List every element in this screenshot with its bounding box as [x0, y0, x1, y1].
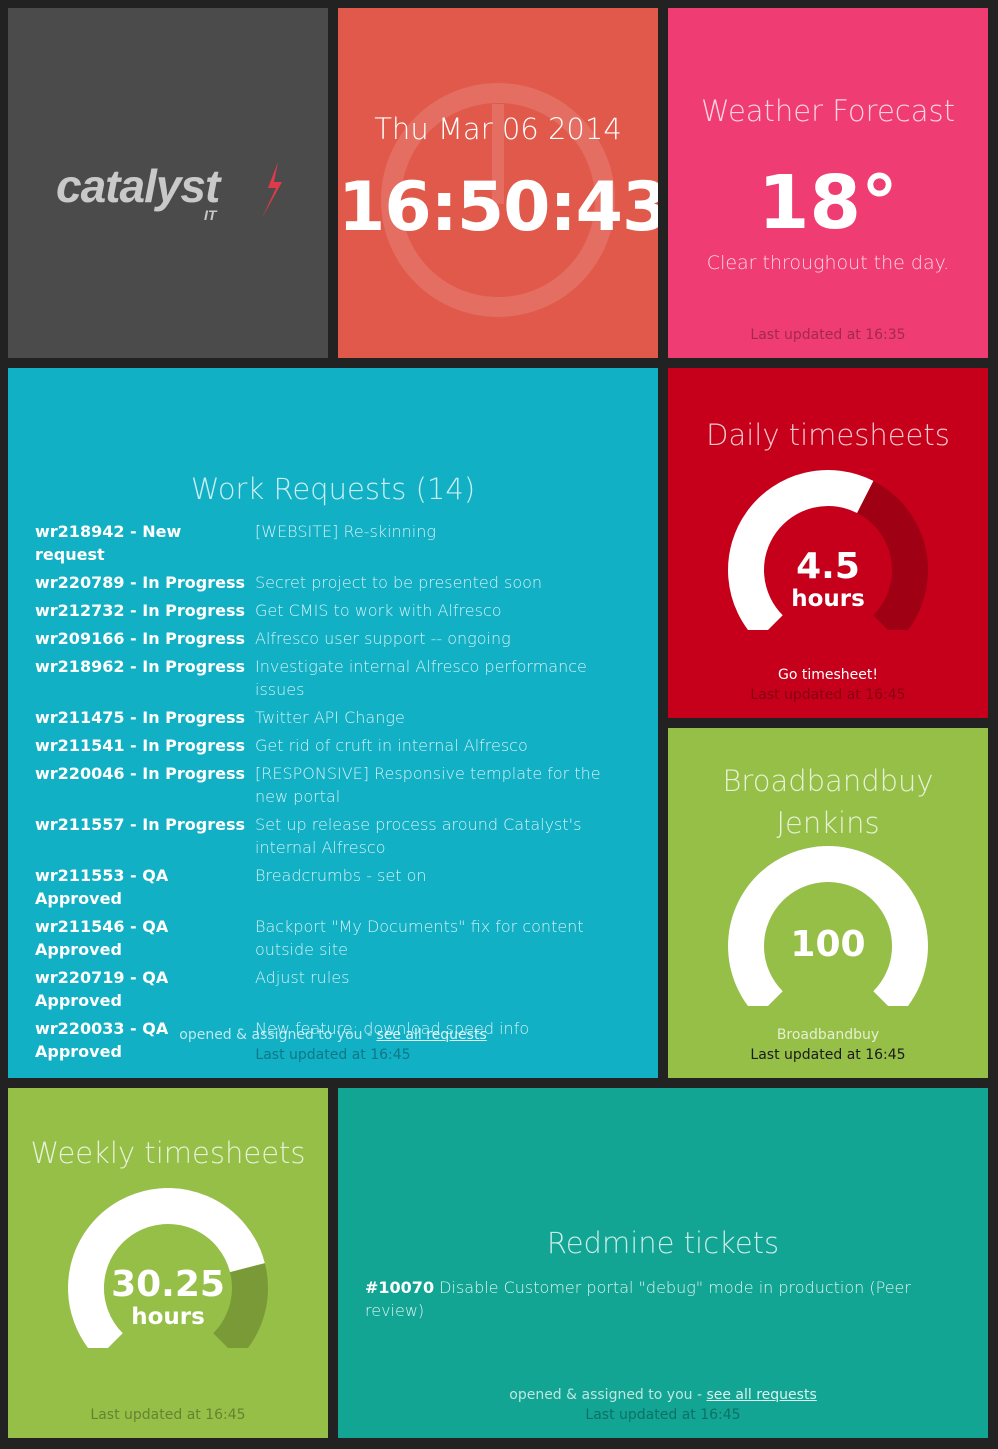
work-request-description: [WEBSITE] Re-skinning	[255, 522, 436, 541]
work-request-id: wr218962 - In Progress	[35, 657, 246, 676]
lightning-icon	[262, 162, 282, 218]
work-requests-more-prefix: opened & assigned to you -	[179, 1027, 377, 1043]
work-request-item[interactable]: wr211557 - In Progress Set up release pro…	[35, 813, 635, 859]
weather-description: Clear throughout the day.	[706, 252, 950, 274]
jenkins-title-line2: Jenkins	[776, 806, 880, 840]
see-all-requests-link[interactable]: see all requests	[376, 1027, 486, 1043]
logo-sub: IT	[204, 207, 218, 223]
jenkins-updated: Last updated at 16:45	[750, 1047, 906, 1063]
jenkins-title: Broadbandbuy Jenkins	[668, 760, 988, 844]
work-request-id: wr211553 - QA Approved	[35, 866, 169, 908]
daily-timesheets-title: Daily timesheets	[706, 418, 950, 452]
work-request-item[interactable]: wr218962 - In Progress Investigate intern…	[35, 655, 635, 701]
redmine-title: Redmine tickets	[546, 1226, 780, 1260]
jenkins-tile: Broadbandbuy Jenkins 100 Broadbandbuy La…	[668, 728, 988, 1078]
work-request-id: wr220789 - In Progress	[35, 573, 246, 592]
work-request-description: Get CMIS to work with Alfresco	[255, 601, 502, 620]
work-request-description: Breadcrumbs - set on	[255, 866, 427, 885]
work-request-id: wr212732 - In Progress	[35, 601, 246, 620]
clock-tile: Thu Mar 06 2014 16:50:43	[338, 8, 658, 358]
redmine-more-info: opened & assigned to you - see all reque…	[338, 1387, 988, 1403]
redmine-see-all-requests-link[interactable]: see all requests	[706, 1387, 816, 1403]
weekly-timesheets-tile: Weekly timesheets 30.25 hours Last updat…	[8, 1088, 328, 1438]
work-request-id: wr211557 - In Progress	[35, 815, 246, 834]
work-request-id: wr220719 - QA Approved	[35, 968, 169, 1010]
work-requests-list: wr218942 - New request [WEBSITE] Re-skinn…	[35, 520, 635, 1068]
work-request-description: Get rid of cruft in internal Alfresco	[255, 736, 528, 755]
jenkins-title-line1: Broadbandbuy	[722, 764, 934, 798]
weekly-timesheets-unit: hours	[131, 1304, 205, 1330]
work-request-item[interactable]: wr209166 - In Progress Alfresco user supp…	[35, 627, 635, 650]
work-request-item[interactable]: wr211546 - QA Approved Backport "My Docum…	[35, 915, 635, 961]
work-request-description: Backport "My Documents" fix for content …	[255, 917, 584, 959]
daily-timesheets-updated: Last updated at 16:45	[750, 687, 906, 703]
weekly-timesheets-title: Weekly timesheets	[30, 1136, 306, 1170]
redmine-updated: Last updated at 16:45	[585, 1407, 741, 1423]
weather-updated: Last updated at 16:35	[750, 327, 906, 343]
jenkins-value: 100	[790, 924, 866, 965]
weekly-timesheets-updated: Last updated at 16:45	[90, 1407, 246, 1423]
redmine-tile: Redmine tickets #10070 Disable Customer …	[338, 1088, 988, 1438]
work-request-id: wr220046 - In Progress	[35, 764, 246, 783]
work-request-id: wr211546 - QA Approved	[35, 917, 169, 959]
work-request-description: Investigate internal Alfresco performanc…	[255, 657, 587, 699]
work-request-id: wr209166 - In Progress	[35, 629, 246, 648]
work-request-item[interactable]: wr211553 - QA Approved Breadcrumbs - set …	[35, 864, 635, 910]
work-request-description: Alfresco user support -- ongoing	[255, 629, 511, 648]
catalyst-logo: catalyst IT	[56, 160, 282, 223]
jenkins-subtitle: Broadbandbuy	[776, 1027, 880, 1043]
work-request-item[interactable]: wr211475 - In Progress Twitter API Change	[35, 706, 635, 729]
weekly-timesheets-value: 30.25	[111, 1264, 225, 1305]
go-timesheet-link[interactable]: Go timesheet!	[668, 667, 988, 683]
work-request-item[interactable]: wr220789 - In Progress Secret project to …	[35, 571, 635, 594]
work-request-item[interactable]: wr212732 - In Progress Get CMIS to work w…	[35, 599, 635, 622]
ticket-text: Disable Customer portal "debug" mode in …	[365, 1278, 911, 1320]
redmine-more-prefix: opened & assigned to you -	[509, 1387, 707, 1403]
work-request-description: Adjust rules	[255, 968, 350, 987]
clock-time: 16:50:43	[338, 168, 658, 247]
work-requests-tile: Work Requests (14) wr218942 - New reques…	[8, 368, 658, 1078]
daily-timesheets-unit: hours	[791, 586, 865, 612]
ticket-id: #10070	[365, 1278, 435, 1297]
work-request-item[interactable]: wr220719 - QA Approved Adjust rules	[35, 966, 635, 1012]
work-request-id: wr211541 - In Progress	[35, 736, 246, 755]
work-requests-title: Work Requests (14)	[190, 472, 476, 506]
weather-tile: Weather Forecast 18° Clear throughout th…	[668, 8, 988, 358]
clock-date: Thu Mar 06 2014	[374, 112, 622, 146]
work-requests-updated: Last updated at 16:45	[255, 1047, 411, 1063]
daily-timesheets-value: 4.5	[796, 546, 860, 587]
work-request-id: wr218942 - New request	[35, 522, 182, 564]
work-request-item[interactable]: wr220046 - In Progress [RESPONSIVE] Respo…	[35, 762, 635, 808]
work-request-description: Set up release process around Catalyst's…	[255, 815, 582, 857]
work-request-item[interactable]: wr218942 - New request [WEBSITE] Re-skinn…	[35, 520, 635, 566]
weather-title: Weather Forecast	[700, 94, 956, 128]
weather-temperature: 18°	[758, 160, 898, 246]
work-request-item[interactable]: wr211541 - In Progress Get rid of cruft i…	[35, 734, 635, 757]
work-request-description: Secret project to be presented soon	[255, 573, 543, 592]
logo-wordmark: catalyst	[56, 160, 222, 212]
daily-timesheets-tile: Daily timesheets 4.5 hours Go timesheet!…	[668, 368, 988, 718]
work-request-description: Twitter API Change	[255, 708, 405, 727]
work-request-id: wr211475 - In Progress	[35, 708, 246, 727]
work-requests-more-info: opened & assigned to you - see all reque…	[8, 1027, 658, 1043]
work-request-description: [RESPONSIVE] Responsive template for the…	[255, 764, 601, 806]
logo-tile: catalyst IT	[8, 8, 328, 358]
redmine-ticket[interactable]: #10070 Disable Customer portal "debug" m…	[365, 1276, 968, 1322]
